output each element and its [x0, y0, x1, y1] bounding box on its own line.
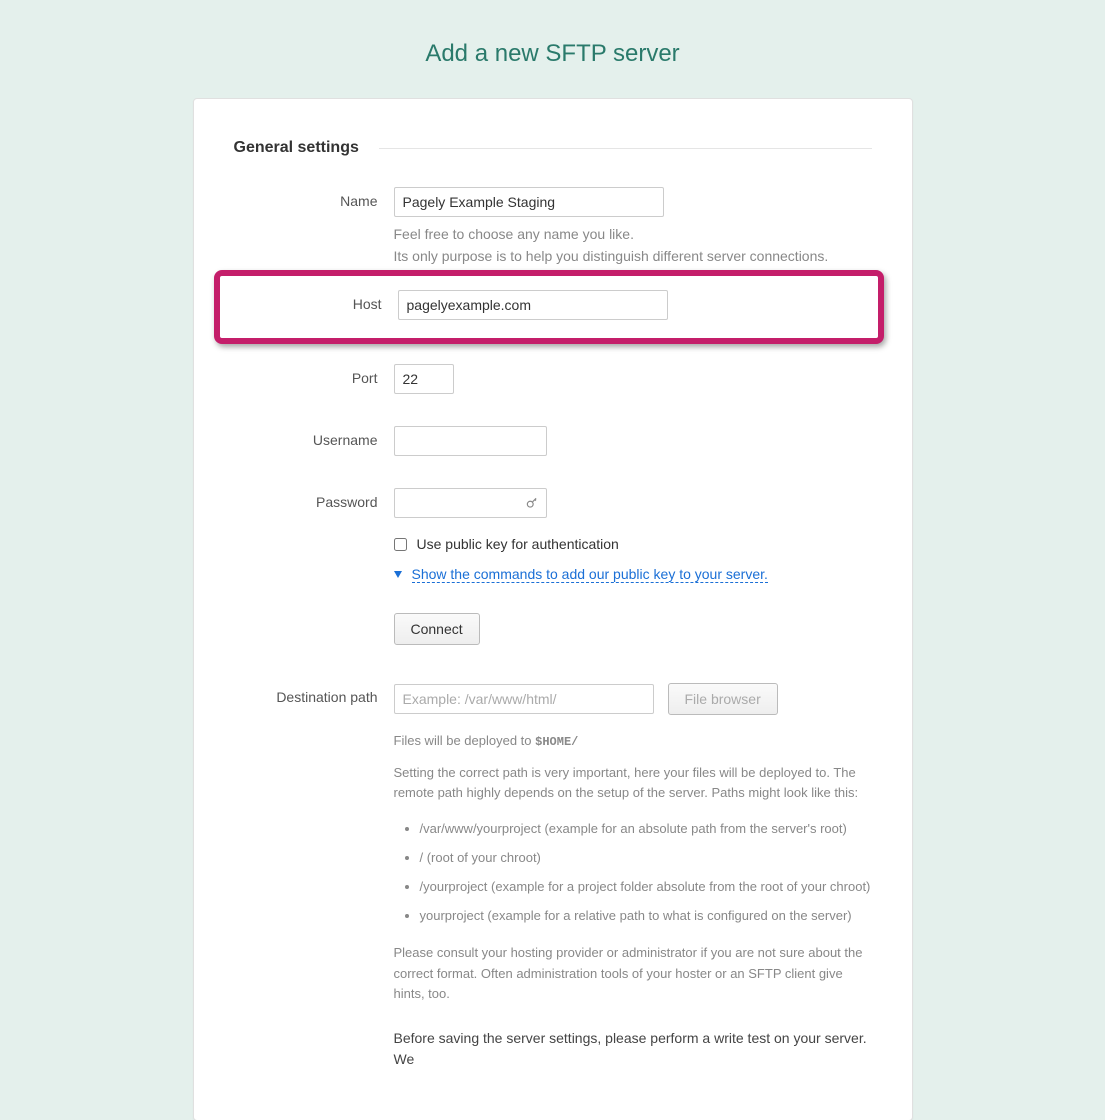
host-label: Host	[230, 290, 398, 312]
consult-note: Please consult your hosting provider or …	[394, 943, 872, 1003]
list-item: /var/www/yourproject (example for an abs…	[420, 821, 872, 836]
port-label: Port	[234, 364, 394, 386]
password-row: Password Use public key for authenticati…	[234, 488, 872, 645]
settings-panel: General settings Name Feel free to choos…	[193, 98, 913, 1120]
name-help-2: Its only purpose is to help you distingu…	[394, 247, 872, 267]
destination-input[interactable]	[394, 684, 654, 714]
name-input[interactable]	[394, 187, 664, 217]
expand-icon[interactable]	[394, 571, 402, 578]
destination-description: Setting the correct path is very importa…	[394, 763, 872, 803]
home-path: $HOME/	[535, 735, 578, 749]
username-row: Username	[234, 426, 872, 456]
connect-button[interactable]: Connect	[394, 613, 480, 645]
general-settings-label: General settings	[234, 139, 359, 157]
host-input[interactable]	[398, 290, 668, 320]
general-settings-header: General settings	[234, 139, 872, 157]
name-label: Name	[234, 187, 394, 209]
name-row: Name Feel free to choose any name you li…	[234, 187, 872, 266]
destination-row: Destination path File browser Files will…	[234, 683, 872, 1070]
header-divider	[379, 148, 872, 149]
key-icon[interactable]	[525, 496, 539, 510]
save-note: Before saving the server settings, pleas…	[394, 1028, 872, 1070]
path-examples-list: /var/www/yourproject (example for an abs…	[394, 821, 872, 923]
username-label: Username	[234, 426, 394, 448]
file-browser-button[interactable]: File browser	[668, 683, 778, 715]
username-input[interactable]	[394, 426, 547, 456]
port-input[interactable]	[394, 364, 454, 394]
deploy-note: Files will be deployed to $HOME/	[394, 733, 872, 749]
show-commands-link[interactable]: Show the commands to add our public key …	[412, 566, 768, 583]
list-item: /yourproject (example for a project fold…	[420, 879, 872, 894]
destination-label: Destination path	[234, 683, 394, 705]
pubkey-label: Use public key for authentication	[417, 536, 619, 552]
name-help-1: Feel free to choose any name you like.	[394, 225, 872, 245]
page-title: Add a new SFTP server	[0, 0, 1105, 98]
list-item: yourproject (example for a relative path…	[420, 908, 872, 923]
password-label: Password	[234, 488, 394, 510]
host-highlight-annotation: Host	[214, 270, 884, 344]
port-row: Port	[234, 364, 872, 394]
host-row-wrap: Host	[234, 276, 872, 364]
list-item: / (root of your chroot)	[420, 850, 872, 865]
pubkey-checkbox[interactable]	[394, 538, 407, 551]
